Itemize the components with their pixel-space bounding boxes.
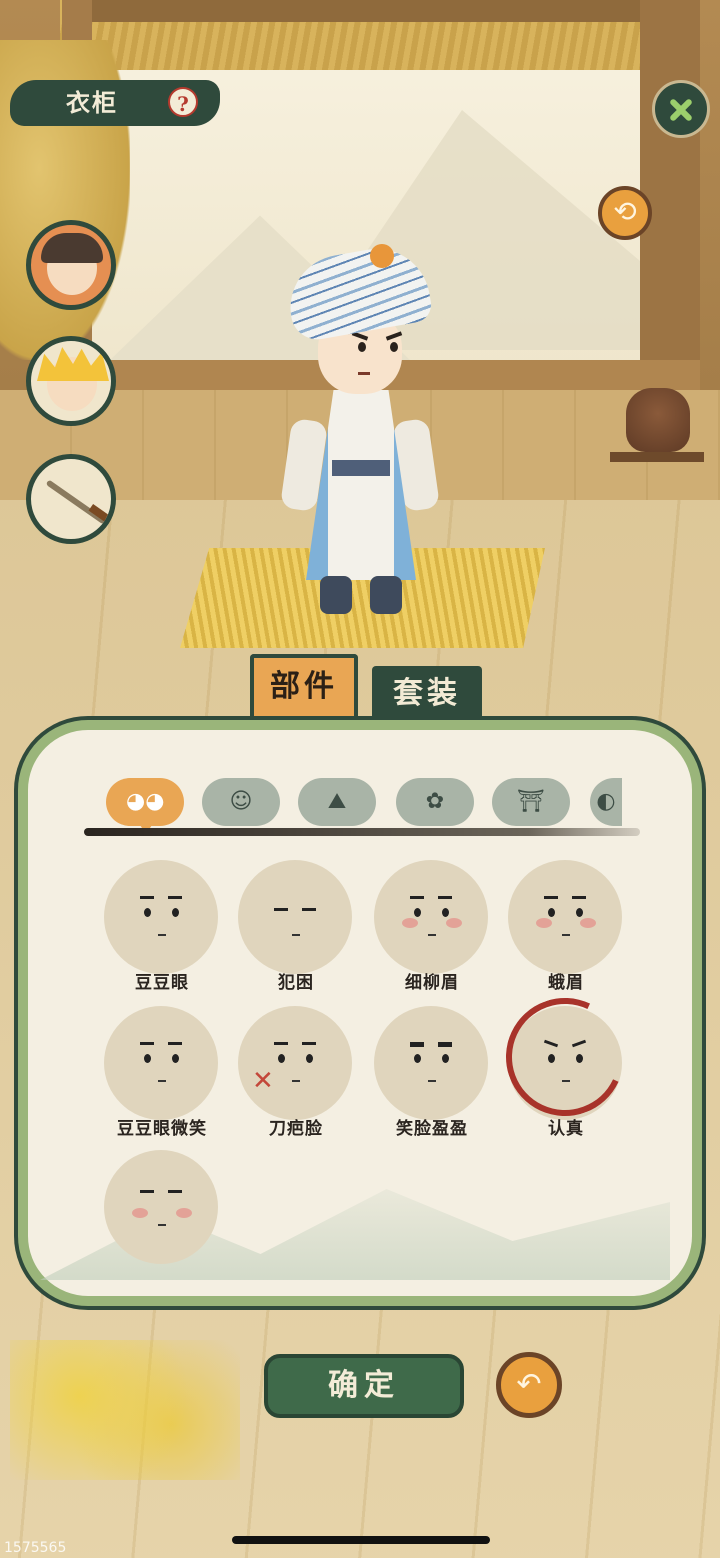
face-option-5[interactable]: ✕ 刀疤脸 <box>234 1006 358 1146</box>
face-thumbnail: ✕ <box>238 1006 352 1120</box>
face-thumbnail <box>374 860 488 974</box>
watermark: 1575565 <box>4 1540 67 1556</box>
category-tab-clothes[interactable]: ⛰ <box>298 778 376 826</box>
face-thumbnail <box>238 860 352 974</box>
tab-parts[interactable]: 部件 <box>250 654 358 724</box>
face-thumbnail <box>104 1150 218 1264</box>
face-option-6[interactable]: 笑脸盈盈 <box>370 1006 494 1146</box>
face-thumbnail <box>104 860 218 974</box>
confirm-button[interactable]: 确定 <box>264 1354 464 1418</box>
category-tab-hair[interactable]: ☺ <box>202 778 280 826</box>
face-option-label: 犯困 <box>278 973 314 993</box>
roof-beam <box>70 0 660 22</box>
pants-icon: ⛩ <box>517 789 545 814</box>
face-option-0[interactable]: 豆豆眼 <box>100 860 224 1000</box>
avatar-sword[interactable] <box>26 454 116 544</box>
face-option-8[interactable] <box>100 1150 224 1290</box>
face-option-label: 细柳眉 <box>405 973 459 993</box>
character-hat <box>282 240 434 344</box>
face-option-4[interactable]: 豆豆眼微笑 <box>100 1006 224 1146</box>
robe <box>306 390 416 580</box>
hat-pompom <box>370 244 394 268</box>
avatar-hero-brown-hair[interactable] <box>26 220 116 310</box>
face-icon: ◕◕ <box>126 789 165 814</box>
game-scene: 衣柜 ? ⟲ 部件 套装 ◕◕ ☺ ⛰ ✿ ⛩ ◐ 豆豆眼 犯困 细柳眉 蛾眉 … <box>0 0 720 1558</box>
fallen-leaves <box>10 1340 240 1480</box>
face-thumbnail <box>104 1006 218 1120</box>
ink-brush-divider <box>84 828 640 836</box>
more-icon: ◐ <box>596 789 616 814</box>
face-thumbnail <box>508 860 622 974</box>
avatar-hero-golden-hair[interactable] <box>26 336 116 426</box>
refresh-button[interactable]: ⟲ <box>598 186 652 240</box>
clay-pot <box>626 388 690 452</box>
character-eye-right <box>390 342 398 352</box>
boot-left <box>320 576 352 614</box>
home-indicator <box>232 1536 490 1544</box>
face-option-2[interactable]: 细柳眉 <box>370 860 494 1000</box>
face-option-7[interactable]: 认真 <box>489 981 641 1146</box>
back-button[interactable]: ↶ <box>496 1352 562 1418</box>
character-eye-left <box>358 342 366 352</box>
face-option-3[interactable]: 蛾眉 <box>504 860 628 1000</box>
belt <box>332 460 390 476</box>
hair-icon: ☺ <box>229 789 253 814</box>
category-tab-accessory[interactable]: ✿ <box>396 778 474 826</box>
face-option-label: 刀疤脸 <box>269 1119 323 1139</box>
avatar-hair <box>41 233 103 263</box>
clothes-icon: ⛰ <box>327 789 347 814</box>
flower-icon: ✿ <box>425 789 445 814</box>
stool <box>610 452 704 522</box>
tab-outfit[interactable]: 套装 <box>372 666 482 724</box>
page-title: 衣柜 <box>66 88 118 117</box>
face-option-label: 豆豆眼微笑 <box>117 1119 207 1139</box>
help-icon[interactable]: ? <box>168 87 198 117</box>
category-tab-face[interactable]: ◕◕ <box>106 778 184 826</box>
category-tab-pants[interactable]: ⛩ <box>492 778 570 826</box>
sword-icon <box>45 479 107 525</box>
face-option-label: 笑脸盈盈 <box>396 1119 468 1139</box>
boot-right <box>370 576 402 614</box>
face-option-label: 豆豆眼 <box>135 973 189 993</box>
character-preview[interactable] <box>279 240 441 630</box>
face-thumbnail <box>374 1006 488 1120</box>
face-option-label: 蛾眉 <box>548 973 584 993</box>
face-option-1[interactable]: 犯困 <box>234 860 358 1000</box>
scar-mark: ✕ <box>252 1066 274 1096</box>
face-option-label: 认真 <box>548 1119 584 1139</box>
avatar-hair <box>37 347 109 381</box>
close-button[interactable] <box>652 80 710 138</box>
character-mouth <box>358 372 370 375</box>
face-thumbnail <box>489 981 641 1133</box>
